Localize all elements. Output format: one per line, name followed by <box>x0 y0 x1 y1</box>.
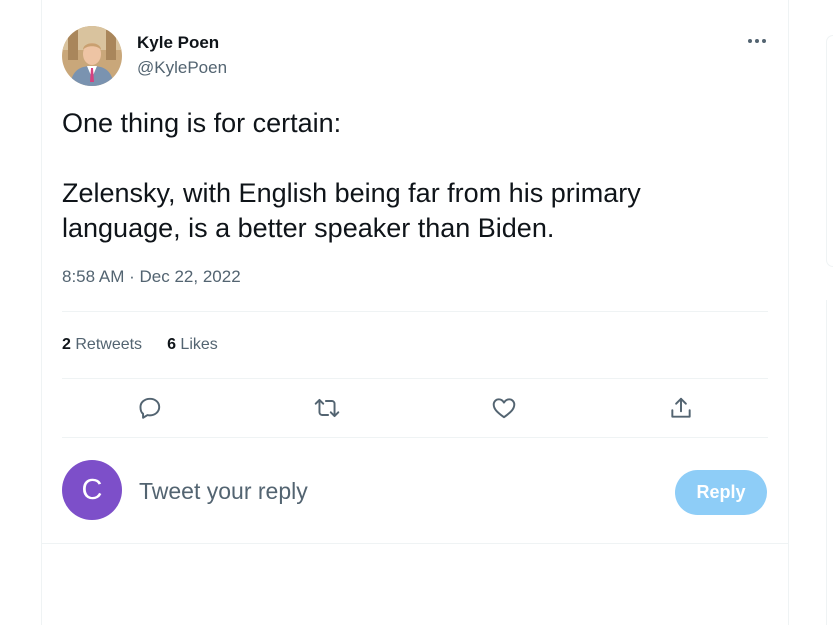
sidebar-panel-edge-lower <box>826 300 833 625</box>
like-button[interactable] <box>489 393 519 423</box>
likes-stat[interactable]: 6 Likes <box>167 336 218 354</box>
tweet-stats: 2 Retweets 6 Likes <box>62 336 218 354</box>
retweets-label: Retweets <box>75 336 143 353</box>
retweets-count: 2 <box>62 336 71 353</box>
tweet-date[interactable]: Dec 22, 2022 <box>140 267 241 286</box>
retweet-icon <box>314 398 340 418</box>
tweet-paragraph: Zelensky, with English being far from hi… <box>62 178 641 243</box>
reply-icon <box>139 397 161 419</box>
like-icon <box>492 398 516 419</box>
divider <box>62 311 768 312</box>
tweet-timestamp[interactable]: 8:58 AM · Dec 22, 2022 <box>62 267 241 287</box>
retweet-button[interactable] <box>312 393 342 423</box>
likes-label: Likes <box>180 336 218 353</box>
retweets-stat[interactable]: 2 Retweets <box>62 336 142 354</box>
divider <box>62 378 768 379</box>
more-options-button[interactable] <box>745 29 769 53</box>
share-button[interactable] <box>666 393 696 423</box>
divider <box>62 437 768 438</box>
reply-button[interactable] <box>135 393 165 423</box>
share-icon <box>671 397 691 418</box>
sidebar-panel-edge <box>826 35 833 267</box>
divider <box>42 543 788 544</box>
tweet-time[interactable]: 8:58 AM <box>62 267 124 286</box>
meta-separator: · <box>129 267 135 286</box>
reply-submit-button[interactable]: Reply <box>675 470 767 515</box>
tweet-text: One thing is for certain: Zelensky, with… <box>62 106 752 246</box>
more-dots-icon <box>748 39 766 43</box>
user-avatar[interactable]: C <box>62 460 122 520</box>
author-handle[interactable]: @KylePoen <box>137 58 227 78</box>
likes-count: 6 <box>167 336 176 353</box>
author-avatar[interactable] <box>62 26 122 86</box>
reply-input[interactable]: Tweet your reply <box>139 478 308 505</box>
profile-photo-icon <box>62 26 122 86</box>
author-name[interactable]: Kyle Poen <box>137 33 219 53</box>
tweet-column <box>41 0 789 625</box>
tweet-paragraph: One thing is for certain: <box>62 108 342 138</box>
